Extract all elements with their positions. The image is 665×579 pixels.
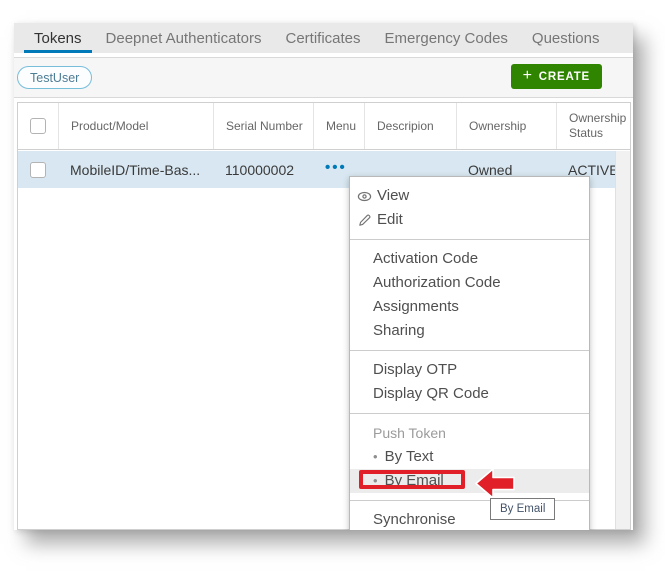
row-actions-context-menu: View Edit Activation Code Authorization … (349, 176, 590, 530)
bullet-icon (373, 469, 378, 493)
menu-section-view-edit: View Edit (350, 177, 589, 239)
row-select-cell (18, 151, 58, 188)
menu-item-display-qr-code[interactable]: Display QR Code (350, 382, 589, 406)
menu-item-by-text[interactable]: By Text (350, 445, 589, 469)
tab-emergency-codes[interactable]: Emergency Codes (373, 23, 520, 53)
menu-section-display: Display OTP Display QR Code (350, 351, 589, 413)
tab-questions[interactable]: Questions (520, 23, 612, 53)
menu-item-view[interactable]: View (350, 184, 589, 208)
eye-icon (357, 189, 372, 204)
screenshot-stage: Tokens Deepnet Authenticators Certificat… (0, 0, 665, 579)
menu-item-label: View (377, 187, 410, 204)
select-all-cell (18, 103, 58, 149)
bullet-icon (373, 445, 378, 469)
menu-item-edit[interactable]: Edit (350, 208, 589, 232)
create-button-label: CREATE (538, 70, 590, 83)
vertical-scrollbar[interactable] (615, 151, 630, 529)
menu-item-label: By Text (384, 448, 434, 465)
column-header-menu: Menu (313, 103, 364, 149)
ellipsis-icon[interactable] (325, 159, 347, 176)
column-header-description: Descripion (364, 103, 456, 149)
pencil-icon (357, 213, 372, 228)
column-header-ownership-status: Ownership Status (556, 103, 630, 149)
select-all-checkbox[interactable] (30, 118, 46, 134)
by-email-tooltip: By Email (490, 498, 556, 520)
menu-item-authorization-code[interactable]: Authorization Code (350, 271, 589, 295)
tab-tokens[interactable]: Tokens (22, 23, 94, 53)
toolbar: TestUser CREATE (14, 57, 633, 98)
plus-icon (523, 68, 533, 84)
menu-item-label: By Email (384, 472, 444, 489)
user-filter-chip[interactable]: TestUser (17, 66, 93, 89)
column-header-serial-number: Serial Number (213, 103, 313, 149)
row-checkbox[interactable] (30, 161, 46, 178)
menu-group-label-push-token: Push Token (373, 425, 446, 441)
menu-item-label: Edit (377, 211, 403, 228)
menu-section-push-token: Push Token By Text By Email (350, 414, 589, 500)
menu-item-activation-code[interactable]: Activation Code (350, 247, 589, 271)
menu-item-display-otp[interactable]: Display OTP (350, 358, 589, 382)
cell-serial-number: 110000002 (225, 161, 295, 178)
app-window: Tokens Deepnet Authenticators Certificat… (14, 23, 633, 530)
column-header-product-model: Product/Model (58, 103, 213, 149)
table-header-row: Product/Model Serial Number Menu Descrip… (18, 103, 630, 150)
menu-item-assignments[interactable]: Assignments (350, 295, 589, 319)
menu-item-sharing[interactable]: Sharing (350, 319, 589, 343)
tab-deepnet-authenticators[interactable]: Deepnet Authenticators (94, 23, 274, 53)
menu-item-by-email[interactable]: By Email (350, 469, 589, 493)
tab-certificates[interactable]: Certificates (273, 23, 372, 53)
create-button[interactable]: CREATE (510, 64, 602, 89)
cell-product-model: MobileID/Time-Bas... (70, 161, 201, 178)
menu-section-codes: Activation Code Authorization Code Assig… (350, 240, 589, 350)
column-header-ownership: Ownership (456, 103, 556, 149)
tab-bar: Tokens Deepnet Authenticators Certificat… (14, 23, 633, 53)
